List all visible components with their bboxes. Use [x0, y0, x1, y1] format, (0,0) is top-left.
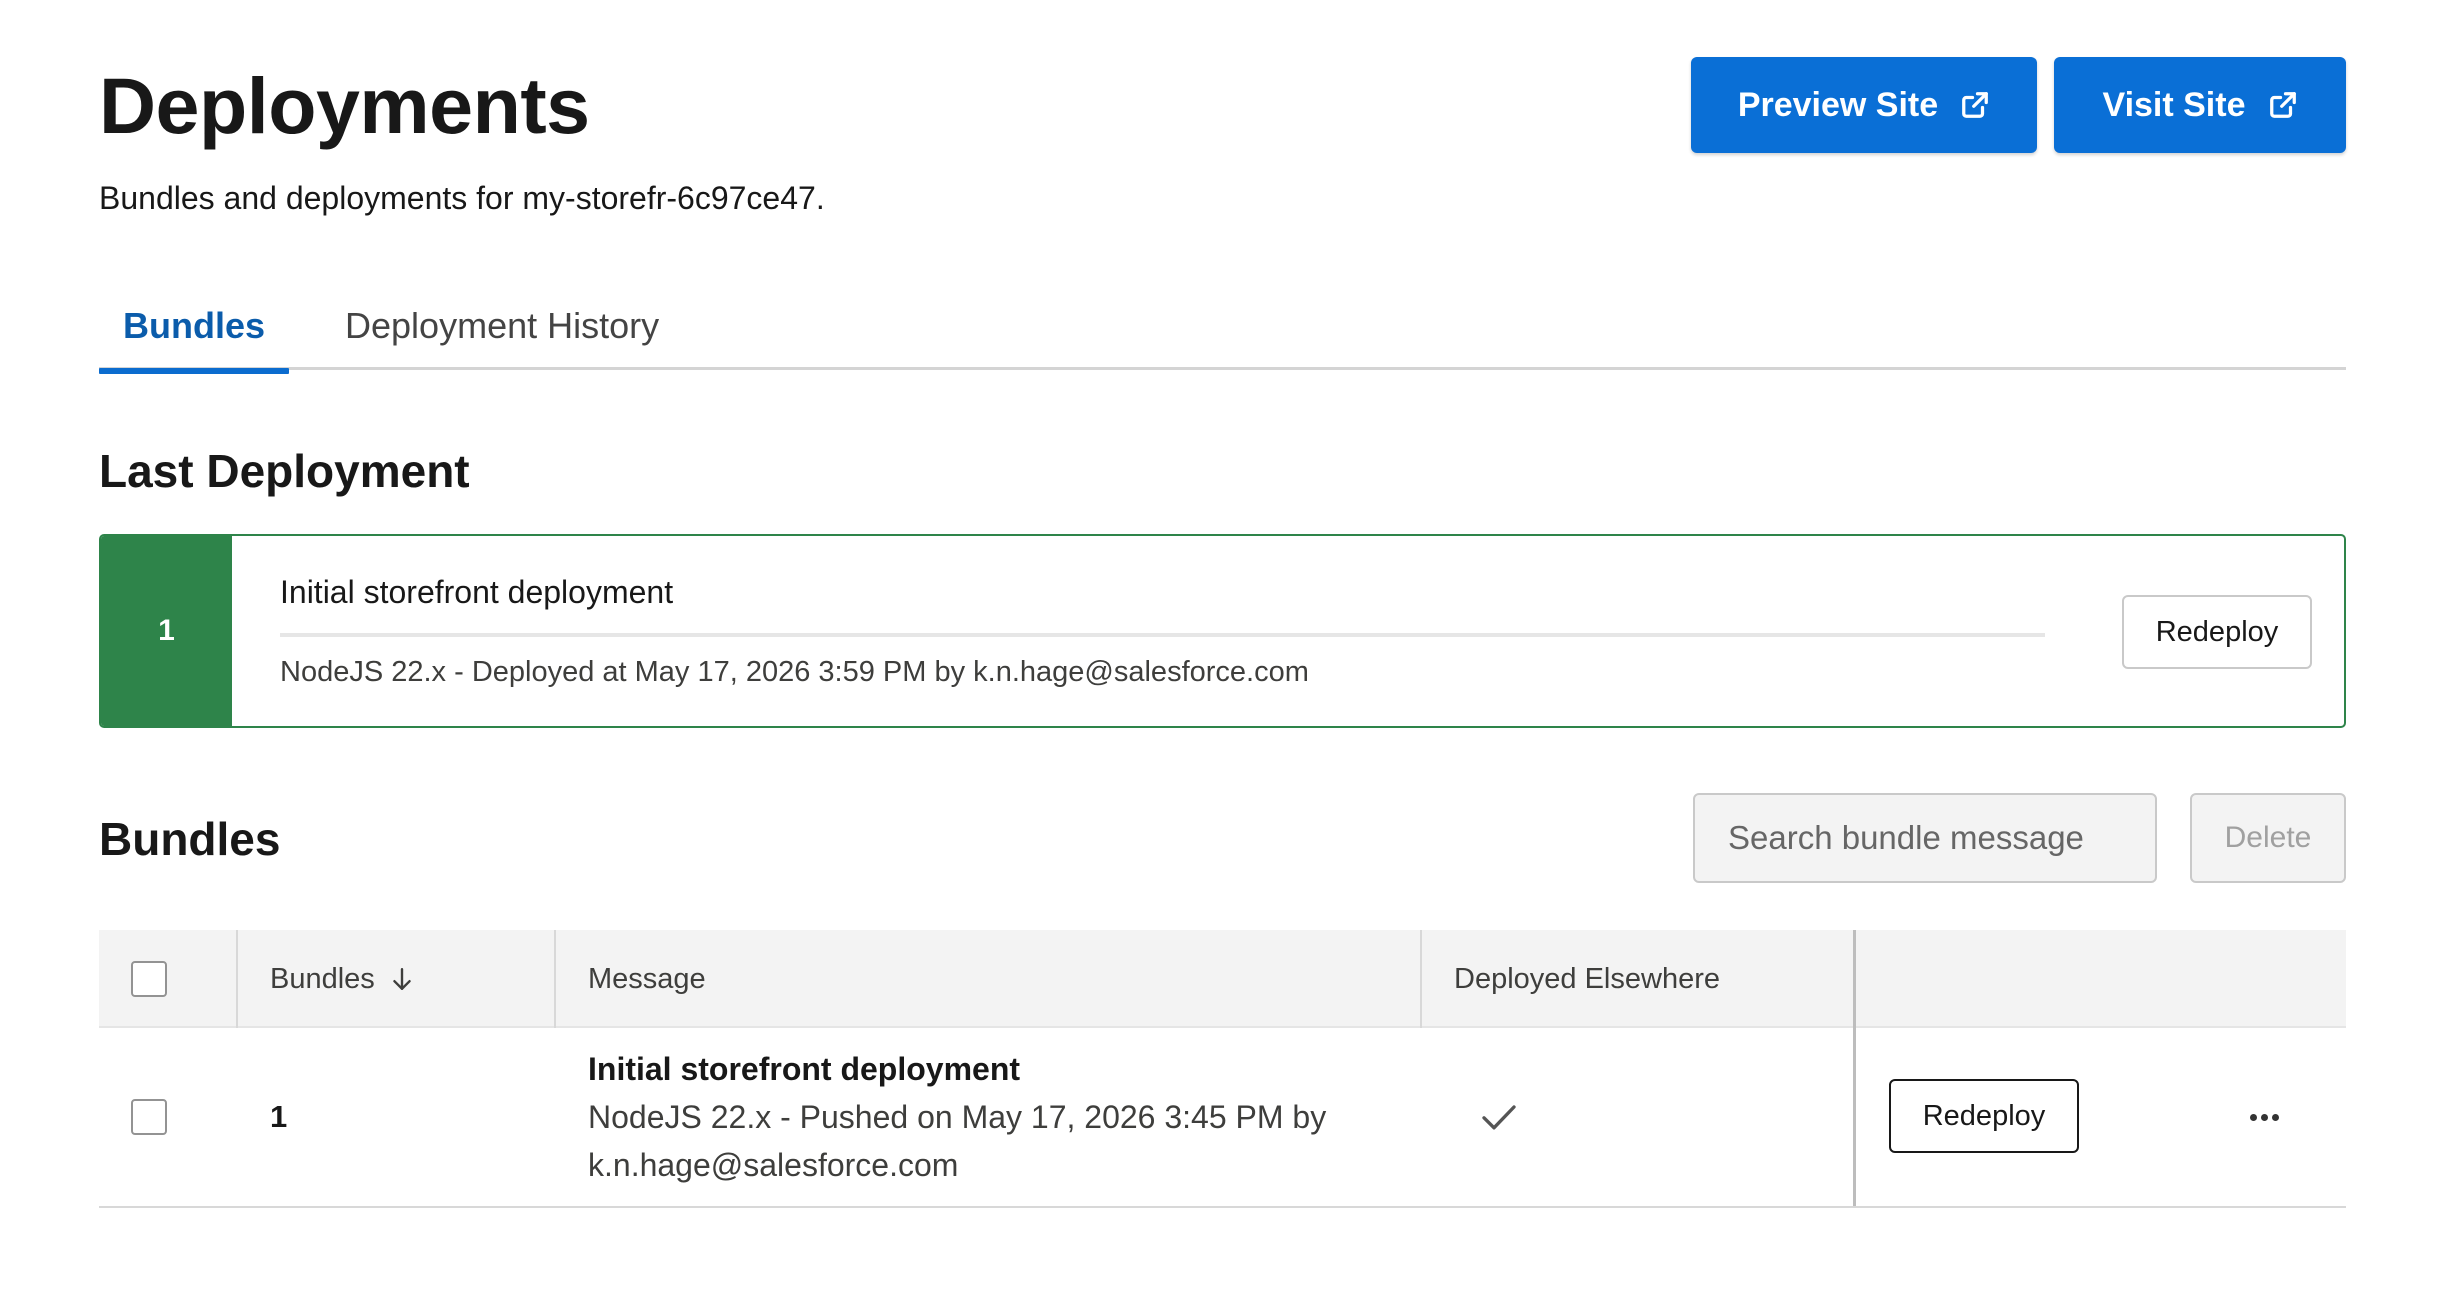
- last-deployment-redeploy-button[interactable]: Redeploy: [2122, 595, 2312, 669]
- column-header-bundles-label: Bundles: [270, 962, 375, 995]
- search-bundle-input[interactable]: [1728, 819, 2153, 857]
- bundles-table: Bundles Message Deployed Elsewhere 1 Ini…: [99, 930, 2346, 1208]
- preview-site-button[interactable]: Preview Site: [1691, 57, 2037, 153]
- last-deployment-number: 1: [101, 536, 232, 726]
- arrow-down-icon: [393, 968, 411, 990]
- row-checkbox[interactable]: [131, 1099, 167, 1135]
- bundle-message-meta: NodeJS 22.x - Pushed on May 17, 2026 3:4…: [588, 1099, 1327, 1135]
- delete-button[interactable]: Delete: [2190, 793, 2346, 883]
- header-select-all-cell: [99, 930, 238, 1028]
- header-actions: Preview Site Visit Site: [1691, 57, 2346, 153]
- tab-bundles[interactable]: Bundles: [99, 282, 290, 374]
- more-actions-icon[interactable]: [2244, 1102, 2284, 1132]
- deployed-elsewhere-cell: [1422, 1028, 1856, 1206]
- external-link-icon: [2269, 92, 2296, 118]
- last-deployment-body: Initial storefront deployment NodeJS 22.…: [232, 536, 2344, 726]
- row-redeploy-button[interactable]: Redeploy: [1889, 1079, 2079, 1153]
- column-header-message[interactable]: Message: [556, 930, 1422, 1028]
- last-deployment-message: Initial storefront deployment: [280, 574, 674, 610]
- bundle-message-author: k.n.hage@salesforce.com: [588, 1147, 959, 1183]
- bundles-heading: Bundles: [99, 813, 281, 865]
- check-icon: [1482, 1105, 1516, 1130]
- divider: [280, 633, 2045, 637]
- bundle-message-cell: Initial storefront deployment NodeJS 22.…: [556, 1028, 1422, 1206]
- select-all-checkbox[interactable]: [131, 961, 167, 997]
- dot: [2260, 1113, 2268, 1121]
- visit-site-button[interactable]: Visit Site: [2054, 57, 2346, 153]
- column-header-bundles[interactable]: Bundles: [238, 930, 556, 1028]
- bundle-number: 1: [270, 1099, 288, 1134]
- external-link-icon: [1962, 92, 1989, 118]
- last-deployment-heading: Last Deployment: [99, 445, 470, 497]
- last-deployment-meta: NodeJS 22.x - Deployed at May 17, 2026 3…: [280, 656, 1309, 688]
- dot: [2249, 1113, 2257, 1121]
- page-subtitle: Bundles and deployments for my-storefr-6…: [99, 180, 825, 216]
- table-row: 1 Initial storefront deployment NodeJS 2…: [99, 1028, 2346, 1208]
- last-deployment-card: 1 Initial storefront deployment NodeJS 2…: [99, 534, 2346, 728]
- table-header: Bundles Message Deployed Elsewhere: [99, 930, 2346, 1028]
- deployments-page: Deployments Bundles and deployments for …: [0, 0, 2440, 1306]
- bundle-message-title: Initial storefront deployment: [588, 1051, 1021, 1087]
- tab-bar: Bundles Deployment History: [99, 282, 2346, 374]
- tab-deployment-history[interactable]: Deployment History: [320, 282, 683, 370]
- page-title: Deployments: [99, 61, 590, 150]
- column-header-deployed-elsewhere[interactable]: Deployed Elsewhere: [1422, 930, 1856, 1028]
- row-actions-cell: Redeploy: [1856, 1028, 2346, 1206]
- column-header-actions: [1856, 930, 2346, 1028]
- dot: [2271, 1113, 2279, 1121]
- visit-site-label: Visit Site: [2102, 85, 2246, 124]
- row-select-cell: [99, 1028, 238, 1206]
- preview-site-label: Preview Site: [1737, 85, 1939, 124]
- search-bundle-box: [1693, 793, 2157, 883]
